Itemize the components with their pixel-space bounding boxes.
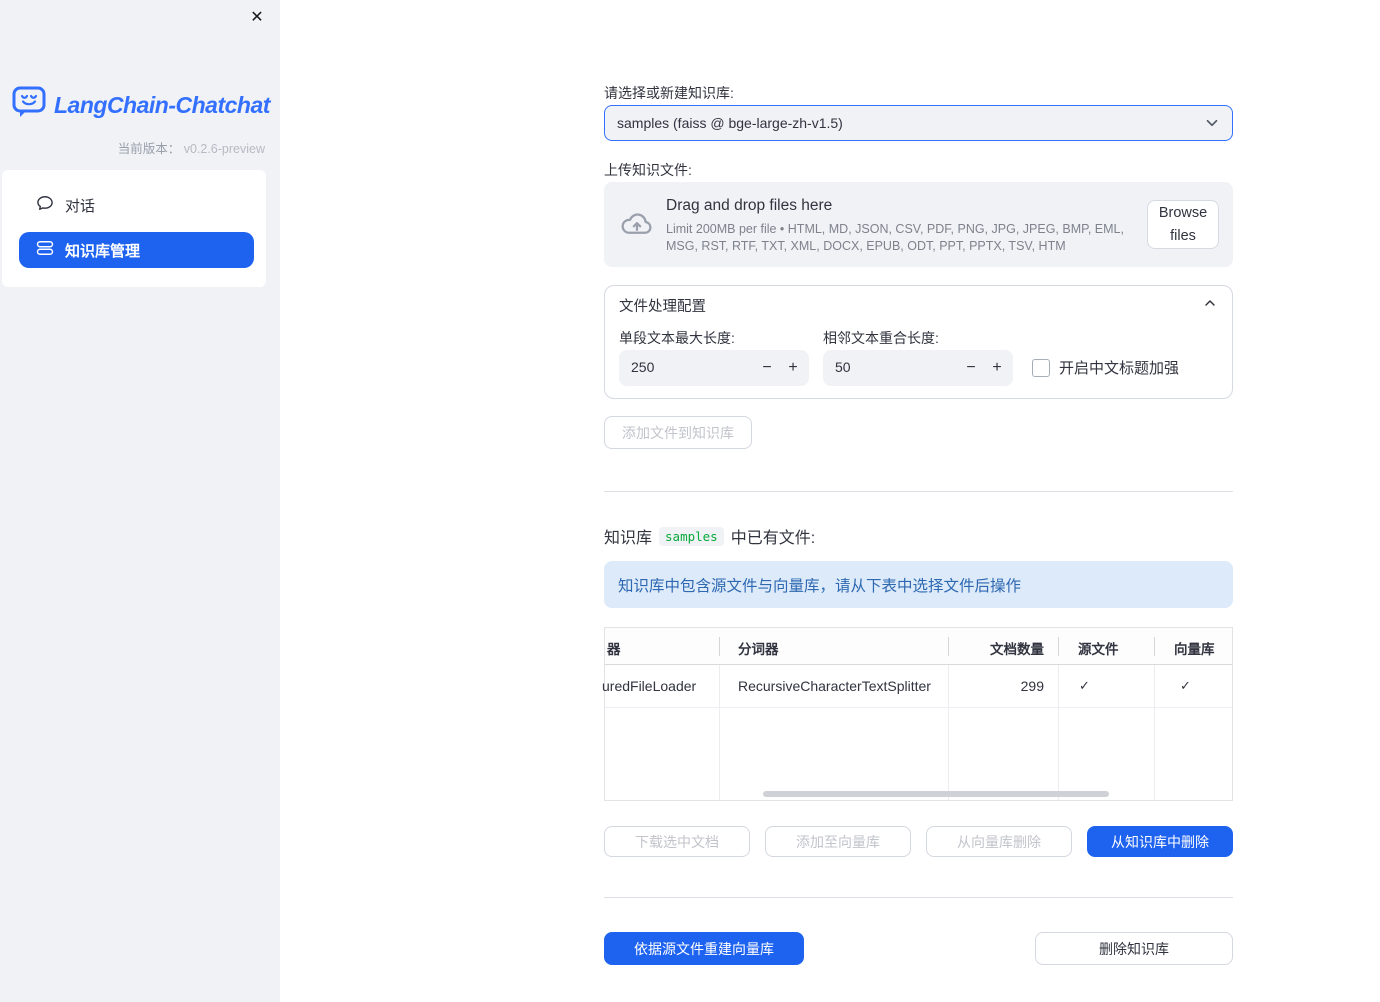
kb-files-heading: 知识库 samples 中已有文件:: [604, 524, 815, 548]
version-info: 当前版本： v0.2.6-preview: [118, 138, 265, 157]
kb-selectbox[interactable]: samples (faiss @ bge-large-zh-v1.5): [604, 105, 1233, 141]
version-label: 当前版本：: [117, 142, 181, 156]
chevron-up-icon: [1202, 295, 1218, 316]
table-row[interactable]: uredFileLoader RecursiveCharacterTextSpl…: [602, 665, 1232, 708]
zh-title-enhance-checkbox[interactable]: 开启中文标题加强: [1032, 357, 1179, 378]
kb-selectbox-value: samples (faiss @ bge-large-zh-v1.5): [617, 115, 843, 131]
dropzone-title: Drag and drop files here: [666, 197, 833, 214]
chunk-size-label: 单段文本最大长度:: [619, 330, 735, 346]
cell-source-file-check[interactable]: ✓: [1079, 678, 1090, 694]
cell-splitter[interactable]: RecursiveCharacterTextSplitter: [738, 678, 931, 694]
dropzone-limit-text: Limit 200MB per file • HTML, MD, JSON, C…: [666, 222, 1124, 253]
header-divider-tick: [948, 637, 949, 656]
logo-text: LangChain-Chatchat: [54, 91, 270, 118]
kb-select-label: 请选择或新建知识库:: [604, 85, 734, 101]
checkbox-icon: [1032, 358, 1050, 377]
app-window: ✕ LangChain-Chatchat 当前版本： v0.2.6-previe…: [0, 0, 1380, 1002]
app-logo: LangChain-Chatchat: [12, 86, 270, 124]
overlap-size-stepper: 50 − +: [823, 350, 1013, 386]
header-divider-tick: [1154, 637, 1155, 656]
sidebar-close-button[interactable]: ✕: [246, 7, 268, 29]
chat-smiley-logo-icon: [12, 86, 46, 124]
rebuild-vector-store-button[interactable]: 依据源文件重建向量库: [604, 932, 804, 965]
divider: [604, 491, 1233, 492]
chunk-plus-button[interactable]: +: [779, 350, 807, 386]
cell-loader[interactable]: uredFileLoader: [602, 678, 696, 694]
table-header-row: 器 分词器 文档数量 源文件 向量库: [605, 628, 1232, 665]
download-selected-button[interactable]: 下载选中文档: [604, 826, 750, 857]
header-divider-tick: [1058, 637, 1059, 656]
add-to-vector-store-button[interactable]: 添加至向量库: [765, 826, 911, 857]
delete-from-kb-button[interactable]: 从知识库中删除: [1087, 826, 1233, 857]
col-header-loader: 器: [607, 642, 621, 657]
sidebar-menu: 对话 知识库管理: [2, 170, 266, 287]
chunk-minus-button[interactable]: −: [753, 350, 781, 386]
sidebar-item-knowledge-base[interactable]: 知识库管理: [19, 232, 254, 268]
chunk-size-stepper: 250 − +: [619, 350, 809, 386]
heading-prefix: 知识库: [604, 530, 653, 547]
header-divider-tick: [719, 637, 720, 656]
cell-doc-count[interactable]: 299: [948, 678, 1044, 694]
upload-label: 上传知识文件:: [604, 162, 692, 178]
info-alert: 知识库中包含源文件与向量库，请从下表中选择文件后操作: [604, 561, 1233, 608]
version-value: v0.2.6-preview: [183, 142, 265, 156]
delete-kb-button[interactable]: 删除知识库: [1035, 932, 1233, 965]
table-horizontal-scrollbar[interactable]: [763, 791, 1109, 797]
delete-from-vector-store-button[interactable]: 从向量库删除: [926, 826, 1072, 857]
browse-files-button[interactable]: Browse files: [1147, 200, 1219, 249]
add-files-to-kb-button[interactable]: 添加文件到知识库: [604, 416, 752, 449]
knowledge-base-icon: [35, 238, 55, 262]
checkbox-label: 开启中文标题加强: [1059, 360, 1180, 377]
file-config-expander: 文件处理配置 单段文本最大长度: 相邻文本重合长度: 250 − + 50 − …: [604, 285, 1233, 399]
divider: [604, 897, 1233, 898]
expander-title: 文件处理配置: [619, 298, 706, 315]
file-dropzone[interactable]: Drag and drop files here Limit 200MB per…: [604, 182, 1233, 267]
sidebar-item-label: 知识库管理: [65, 242, 141, 260]
sidebar: ✕ LangChain-Chatchat 当前版本： v0.2.6-previe…: [0, 0, 280, 1002]
dropzone-text: Drag and drop files here Limit 200MB per…: [666, 197, 1126, 254]
chunk-size-input[interactable]: 250: [631, 359, 654, 375]
overlap-plus-button[interactable]: +: [983, 350, 1011, 386]
overlap-size-input[interactable]: 50: [835, 359, 851, 375]
overlap-minus-button[interactable]: −: [957, 350, 985, 386]
col-header-splitter: 分词器: [738, 642, 779, 657]
col-header-doc-count: 文档数量: [990, 642, 1044, 657]
sidebar-item-dialogue[interactable]: 对话: [19, 187, 254, 223]
col-header-vector-store: 向量库: [1174, 642, 1215, 657]
cell-vector-store-check[interactable]: ✓: [1180, 678, 1191, 694]
chat-bubble-icon: [35, 193, 55, 217]
col-header-source-file: 源文件: [1078, 642, 1119, 657]
sidebar-item-label: 对话: [65, 197, 96, 215]
chevron-down-icon: [1203, 114, 1232, 132]
cloud-upload-icon: [619, 208, 655, 243]
kb-name-code: samples: [659, 526, 724, 546]
main-content: 请选择或新建知识库: samples (faiss @ bge-large-zh…: [602, 0, 1233, 1002]
overlap-size-label: 相邻文本重合长度:: [823, 330, 939, 346]
expander-header[interactable]: 文件处理配置: [605, 286, 1232, 324]
kb-files-table[interactable]: 器 分词器 文档数量 源文件 向量库 uredFileLoader Recurs…: [602, 627, 1233, 801]
heading-suffix: 中已有文件:: [730, 530, 816, 547]
info-alert-text: 知识库中包含源文件与向量库，请从下表中选择文件后操作: [618, 577, 1022, 595]
